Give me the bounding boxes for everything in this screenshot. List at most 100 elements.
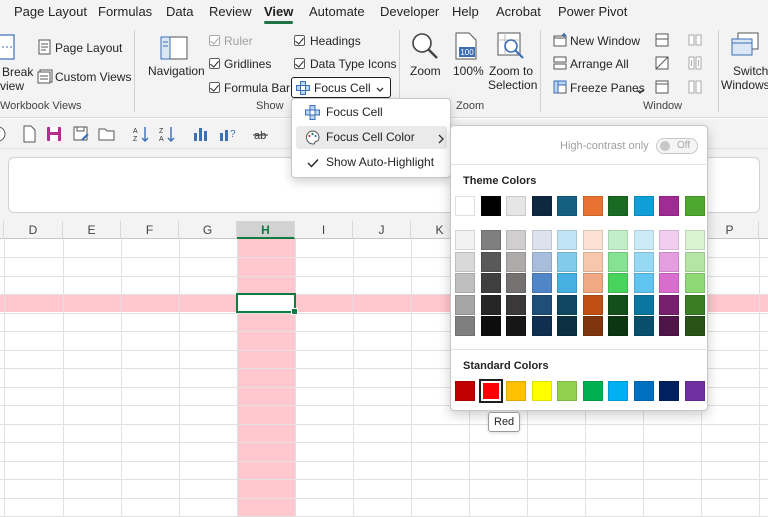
new-window-icon[interactable]	[553, 33, 567, 50]
theme-shade-swatch[interactable]	[583, 316, 603, 336]
theme-shade-swatch[interactable]	[583, 273, 603, 293]
save-as-icon[interactable]	[73, 125, 89, 146]
theme-shade-swatch[interactable]	[532, 295, 552, 315]
theme-shade-swatch[interactable]	[583, 230, 603, 250]
theme-color-swatch[interactable]	[455, 196, 475, 216]
custom-views-icon[interactable]	[37, 68, 53, 87]
theme-shade-swatch[interactable]	[659, 273, 679, 293]
open-folder-icon[interactable]	[98, 125, 116, 146]
theme-shade-swatch[interactable]	[506, 273, 526, 293]
page-break-preview-icon[interactable]	[0, 34, 16, 63]
tab-power-pivot[interactable]: Power Pivot	[558, 4, 627, 19]
tab-view[interactable]: View	[264, 4, 294, 24]
theme-shade-swatch[interactable]	[685, 230, 705, 250]
theme-shade-swatch[interactable]	[659, 230, 679, 250]
standard-color-swatch[interactable]	[685, 381, 705, 401]
theme-shade-swatch[interactable]	[659, 252, 679, 272]
new-window-button[interactable]: New Window	[570, 34, 640, 48]
theme-shade-swatch[interactable]	[532, 273, 552, 293]
theme-shade-swatch[interactable]	[685, 252, 705, 272]
theme-shade-swatch[interactable]	[634, 273, 654, 293]
theme-shade-swatch[interactable]	[557, 252, 577, 272]
hide-icon[interactable]	[655, 56, 669, 73]
function-icon[interactable]: f	[0, 125, 10, 146]
theme-shade-swatch[interactable]	[608, 252, 628, 272]
freeze-panes-icon[interactable]	[553, 80, 567, 97]
theme-shade-swatch[interactable]	[659, 295, 679, 315]
arrange-all-icon[interactable]	[553, 56, 567, 73]
theme-shade-swatch[interactable]	[532, 316, 552, 336]
theme-shade-swatch[interactable]	[506, 230, 526, 250]
column-header-f[interactable]: F	[121, 221, 179, 239]
split-icon[interactable]	[655, 33, 669, 50]
zoom-to-selection-label-1[interactable]: Zoom to	[489, 64, 533, 78]
tab-acrobat[interactable]: Acrobat	[496, 4, 541, 19]
freeze-panes-button[interactable]: Freeze Panes	[570, 81, 645, 95]
page-layout-button[interactable]: Page Layout	[55, 41, 122, 55]
theme-shade-swatch[interactable]	[481, 295, 501, 315]
standard-color-swatch[interactable]	[479, 379, 503, 403]
theme-shade-swatch[interactable]	[455, 295, 475, 315]
standard-color-swatch[interactable]	[532, 381, 552, 401]
custom-views-button[interactable]: Custom Views	[55, 70, 131, 84]
theme-shade-swatch[interactable]	[557, 295, 577, 315]
column-header-h[interactable]: H	[237, 221, 295, 239]
theme-color-swatch[interactable]	[659, 196, 679, 216]
tab-formulas[interactable]: Formulas	[98, 4, 152, 19]
standard-color-swatch[interactable]	[557, 381, 577, 401]
chart-icon[interactable]	[192, 125, 210, 146]
standard-color-swatch[interactable]	[608, 381, 628, 401]
theme-shade-swatch[interactable]	[532, 230, 552, 250]
theme-shade-swatch[interactable]	[634, 230, 654, 250]
theme-shade-swatch[interactable]	[455, 252, 475, 272]
standard-color-swatch[interactable]	[634, 381, 654, 401]
menu-item-show-auto-highlight[interactable]: Show Auto-Highlight	[296, 151, 447, 174]
theme-color-swatch[interactable]	[532, 196, 552, 216]
menu-item-focus-cell-color[interactable]: Focus Cell Color	[296, 126, 447, 149]
column-header-d[interactable]: D	[4, 221, 63, 239]
page-break-preview-label-1[interactable]: Break	[2, 65, 33, 79]
theme-shade-swatch[interactable]	[455, 230, 475, 250]
theme-shade-swatch[interactable]	[608, 273, 628, 293]
data-type-icons-label[interactable]: Data Type Icons	[310, 57, 397, 71]
theme-shade-swatch[interactable]	[685, 295, 705, 315]
theme-shade-swatch[interactable]	[481, 252, 501, 272]
formula-bar-checkbox[interactable]	[209, 82, 220, 93]
navigation-icon[interactable]	[160, 36, 188, 63]
standard-color-swatch[interactable]	[455, 381, 475, 401]
theme-shade-swatch[interactable]	[634, 295, 654, 315]
theme-shade-swatch[interactable]	[608, 316, 628, 336]
zoom-to-selection-icon[interactable]	[497, 32, 525, 63]
sort-descending-icon[interactable]: ZA	[158, 125, 176, 146]
standard-color-swatch[interactable]	[583, 381, 603, 401]
active-cell-h[interactable]	[236, 293, 298, 315]
page-layout-icon[interactable]	[38, 39, 52, 58]
theme-color-swatch[interactable]	[583, 196, 603, 216]
theme-shade-swatch[interactable]	[506, 295, 526, 315]
theme-shade-swatch[interactable]	[685, 273, 705, 293]
theme-color-swatch[interactable]	[506, 196, 526, 216]
tab-automate[interactable]: Automate	[309, 4, 365, 19]
theme-shade-swatch[interactable]	[583, 252, 603, 272]
theme-shade-swatch[interactable]	[481, 316, 501, 336]
arrange-all-button[interactable]: Arrange All	[570, 57, 629, 71]
strikethrough-icon[interactable]: ab	[252, 125, 270, 146]
column-header-i[interactable]: I	[295, 221, 353, 239]
formula-bar-label[interactable]: Formula Bar	[224, 81, 290, 95]
column-header-g[interactable]: G	[179, 221, 237, 239]
theme-shade-swatch[interactable]	[455, 316, 475, 336]
tab-page-layout[interactable]: Page Layout	[14, 4, 87, 19]
tab-review[interactable]: Review	[209, 4, 252, 19]
theme-shade-swatch[interactable]	[608, 230, 628, 250]
headings-label[interactable]: Headings	[310, 34, 361, 48]
help-chart-icon[interactable]: ?	[218, 125, 238, 146]
theme-shade-swatch[interactable]	[532, 252, 552, 272]
zoom-to-selection-label-2[interactable]: Selection	[488, 78, 537, 92]
theme-shade-swatch[interactable]	[557, 230, 577, 250]
theme-shade-swatch[interactable]	[557, 316, 577, 336]
zoom-100-button[interactable]: 100%	[453, 64, 484, 78]
unhide-icon[interactable]	[655, 80, 669, 97]
switch-windows-icon[interactable]	[730, 32, 760, 63]
theme-shade-swatch[interactable]	[659, 316, 679, 336]
theme-color-swatch[interactable]	[685, 196, 705, 216]
